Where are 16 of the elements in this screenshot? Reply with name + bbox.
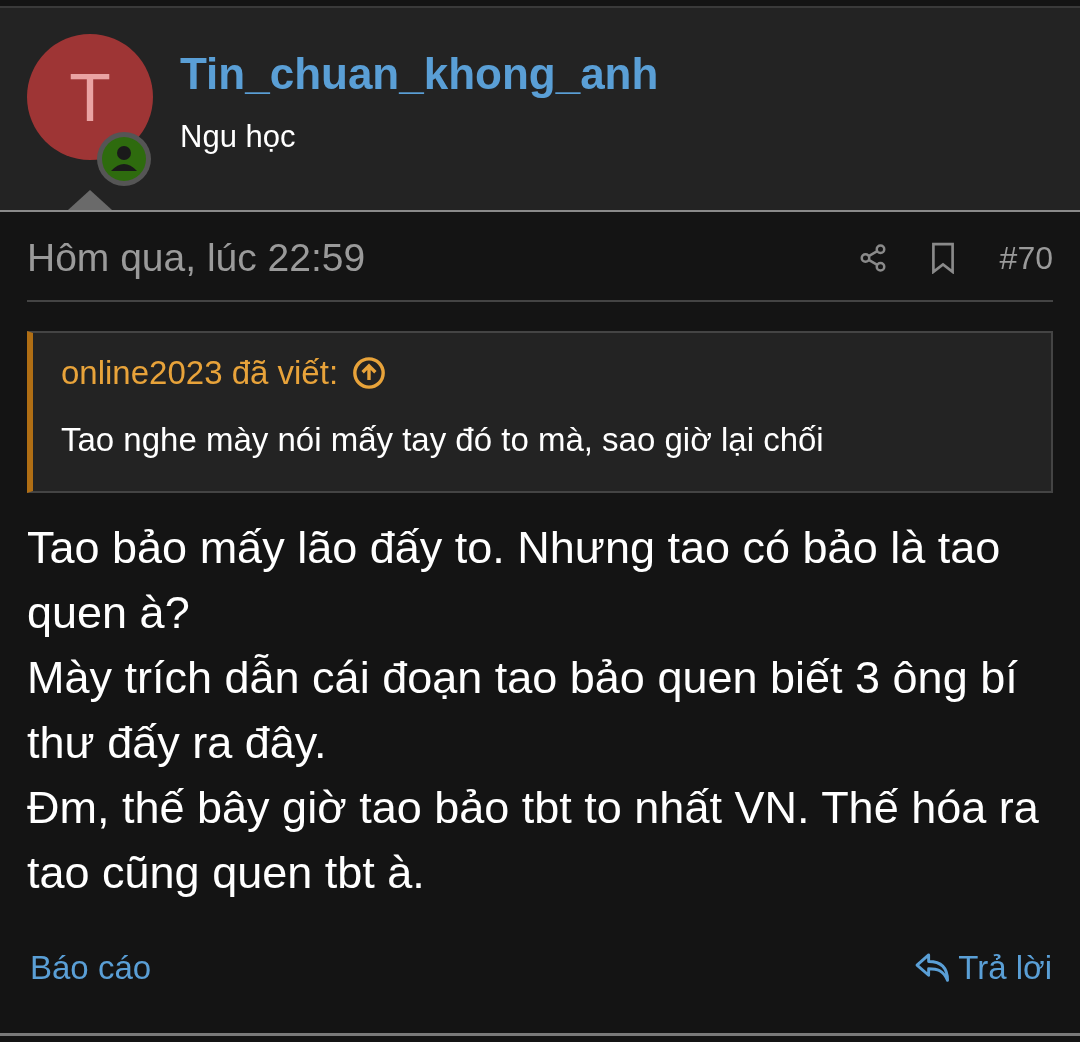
username-link[interactable]: Tin_chuan_khong_anh <box>180 46 659 102</box>
arrow-up-icon[interactable] <box>352 356 387 390</box>
quote-text: Tao nghe mày nói mấy tay đó to mà, sao giờ lại chối <box>60 420 825 460</box>
user-badge-icon <box>96 131 152 187</box>
post-paragraph: Đm, thế bây giờ tao bảo tbt to nhất VN. Thế hóa ra tao cũng quen tbt à. <box>27 781 1040 900</box>
post-paragraph: Mày trích dẫn cái đoạn tao bảo quen biết 3 ông bí thư đấy ra đây. <box>27 651 1019 770</box>
bookmark-icon[interactable] <box>929 242 956 274</box>
quote-author[interactable]: online2023 đã viết: <box>61 348 339 398</box>
post-number[interactable]: #70 <box>999 234 1053 282</box>
post-time: Hôm qua, lúc 22:59 <box>27 234 366 281</box>
report-link[interactable]: Báo cáo <box>27 943 152 993</box>
pointer-arrow-icon <box>68 190 112 210</box>
reply-link[interactable]: Trả lời <box>914 943 1052 993</box>
user-title: Ngu học <box>180 118 297 156</box>
avatar[interactable]: T <box>27 34 153 160</box>
post-paragraph: Tao bảo mấy lão đấy to. Nhưng tao có bảo là tao quen à? <box>27 521 1002 640</box>
